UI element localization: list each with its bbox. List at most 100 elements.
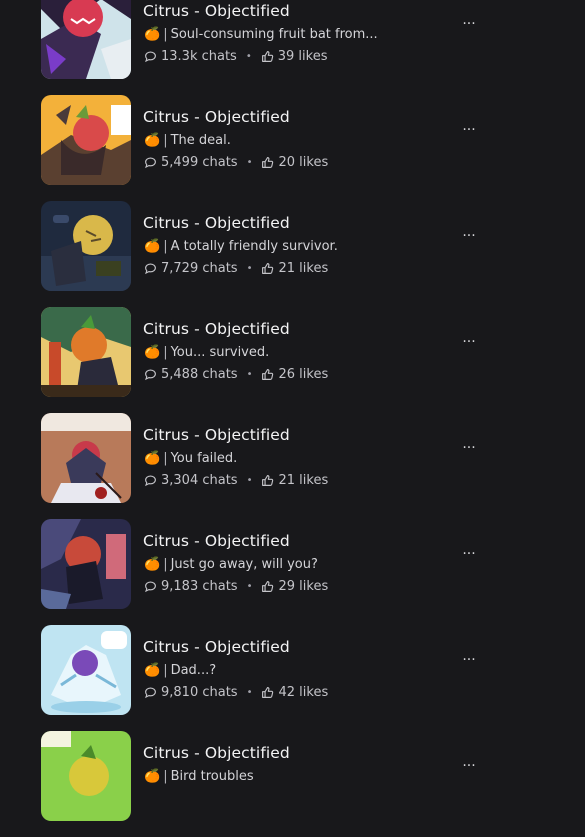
item-title[interactable]: Citrus - Objectified [143,2,290,20]
stat-separator: • [246,687,253,698]
character-thumbnail[interactable] [41,201,131,291]
description-text: Soul-consuming fruit bat from... [170,27,378,42]
character-thumbnail[interactable] [41,0,131,79]
description-text: A totally friendly survivor. [170,239,338,254]
chat-count: 5,499 chats [161,155,238,170]
chat-bubble-icon [145,369,156,381]
list-item[interactable]: Citrus - Objectified 🍊 | You... survived. … [0,307,585,413]
item-title[interactable]: Citrus - Objectified [143,108,290,126]
description-text: Bird troubles [170,769,254,784]
character-thumbnail[interactable] [41,625,131,715]
thumbnail-art [41,625,131,715]
item-description: 🍊 | Just go away, will you? [144,557,318,572]
chat-bubble-icon [145,157,156,169]
description-text: The deal. [170,133,231,148]
item-title[interactable]: Citrus - Objectified [143,744,290,762]
item-title[interactable]: Citrus - Objectified [143,532,290,550]
list-item[interactable]: Citrus - Objectified 🍊 | Soul-consuming fr… [0,0,585,95]
tangerine-emoji: 🍊 [144,557,161,572]
like-count: 21 likes [278,261,329,276]
item-title[interactable]: Citrus - Objectified [143,638,290,656]
item-stats: 5,488 chats • 26 likes [144,367,328,382]
more-options-button[interactable]: ··· [460,759,478,773]
item-stats: 5,499 chats • 20 likes [144,155,328,170]
tangerine-emoji: 🍊 [144,27,161,42]
like-count: 20 likes [278,155,329,170]
like-count: 21 likes [278,473,329,488]
tangerine-emoji: 🍊 [144,769,161,784]
chat-count: 9,810 chats [161,685,238,700]
character-thumbnail[interactable] [41,95,131,185]
description-text: Dad...? [170,663,217,678]
item-stats: 3,304 chats • 21 likes [144,473,328,488]
more-options-button[interactable]: ··· [460,441,478,455]
tangerine-emoji: 🍊 [144,133,161,148]
description-separator: | [163,27,168,42]
item-description: 🍊 | You... survived. [144,345,269,360]
character-thumbnail[interactable] [41,413,131,503]
item-stats: 9,183 chats • 29 likes [144,579,328,594]
description-separator: | [163,133,168,148]
item-description: 🍊 | You failed. [144,451,237,466]
like-count: 29 likes [278,579,329,594]
thumbnail-art [41,413,131,503]
more-options-button[interactable]: ··· [460,653,478,667]
chat-bubble-icon [145,581,156,593]
character-thumbnail[interactable] [41,731,131,821]
item-stats: 13.3k chats • 39 likes [144,49,327,64]
character-thumbnail[interactable] [41,519,131,609]
thumbs-up-icon [261,51,273,62]
stat-separator: • [246,157,253,168]
thumbs-up-icon [262,369,274,380]
thumbnail-art [41,731,131,821]
description-separator: | [163,239,168,254]
item-description: 🍊 | A totally friendly survivor. [144,239,338,254]
item-stats: 7,729 chats • 21 likes [144,261,328,276]
thumbnail-art [41,307,131,397]
item-title[interactable]: Citrus - Objectified [143,214,290,232]
list-item[interactable]: Citrus - Objectified 🍊 | The deal. 5,499 c… [0,95,585,201]
thumbnail-art [41,519,131,609]
chat-count: 9,183 chats [161,579,238,594]
thumbs-up-icon [262,475,274,486]
list-item[interactable]: Citrus - Objectified 🍊 | A totally friendl… [0,201,585,307]
chat-count: 7,729 chats [161,261,238,276]
description-separator: | [163,345,168,360]
chat-bubble-icon [145,51,156,63]
thumbnail-art [41,95,131,185]
chat-bubble-icon [145,687,156,699]
item-description: 🍊 | The deal. [144,133,231,148]
tangerine-emoji: 🍊 [144,451,161,466]
description-separator: | [163,451,168,466]
more-options-button[interactable]: ··· [460,123,478,137]
description-text: Just go away, will you? [170,557,318,572]
description-text: You failed. [170,451,238,466]
list-item[interactable]: Citrus - Objectified 🍊 | You failed. 3,304… [0,413,585,519]
character-list: Citrus - Objectified 🍊 | Soul-consuming fr… [0,0,585,837]
chat-count: 13.3k chats [161,49,237,64]
description-separator: | [163,663,168,678]
item-description: 🍊 | Bird troubles [144,769,254,784]
item-title[interactable]: Citrus - Objectified [143,320,290,338]
list-item[interactable]: Citrus - Objectified 🍊 | Dad...? 9,810 cha… [0,625,585,731]
like-count: 39 likes [277,49,328,64]
description-separator: | [163,769,168,784]
more-options-button[interactable]: ··· [460,335,478,349]
item-title[interactable]: Citrus - Objectified [143,426,290,444]
more-options-button[interactable]: ··· [460,229,478,243]
tangerine-emoji: 🍊 [144,239,161,254]
list-item[interactable]: Citrus - Objectified 🍊 | Bird troubles ··· [0,731,585,837]
stat-separator: • [246,581,253,592]
list-item[interactable]: Citrus - Objectified 🍊 | Just go away, wil… [0,519,585,625]
more-options-button[interactable]: ··· [460,17,478,31]
chat-bubble-icon [145,475,156,487]
item-description: 🍊 | Dad...? [144,663,216,678]
description-text: You... survived. [170,345,270,360]
thumbs-up-icon [262,157,274,168]
chat-count: 3,304 chats [161,473,238,488]
more-options-button[interactable]: ··· [460,547,478,561]
character-thumbnail[interactable] [41,307,131,397]
thumbnail-art [41,201,131,291]
thumbnail-art [41,0,131,79]
thumbs-up-icon [262,581,274,592]
